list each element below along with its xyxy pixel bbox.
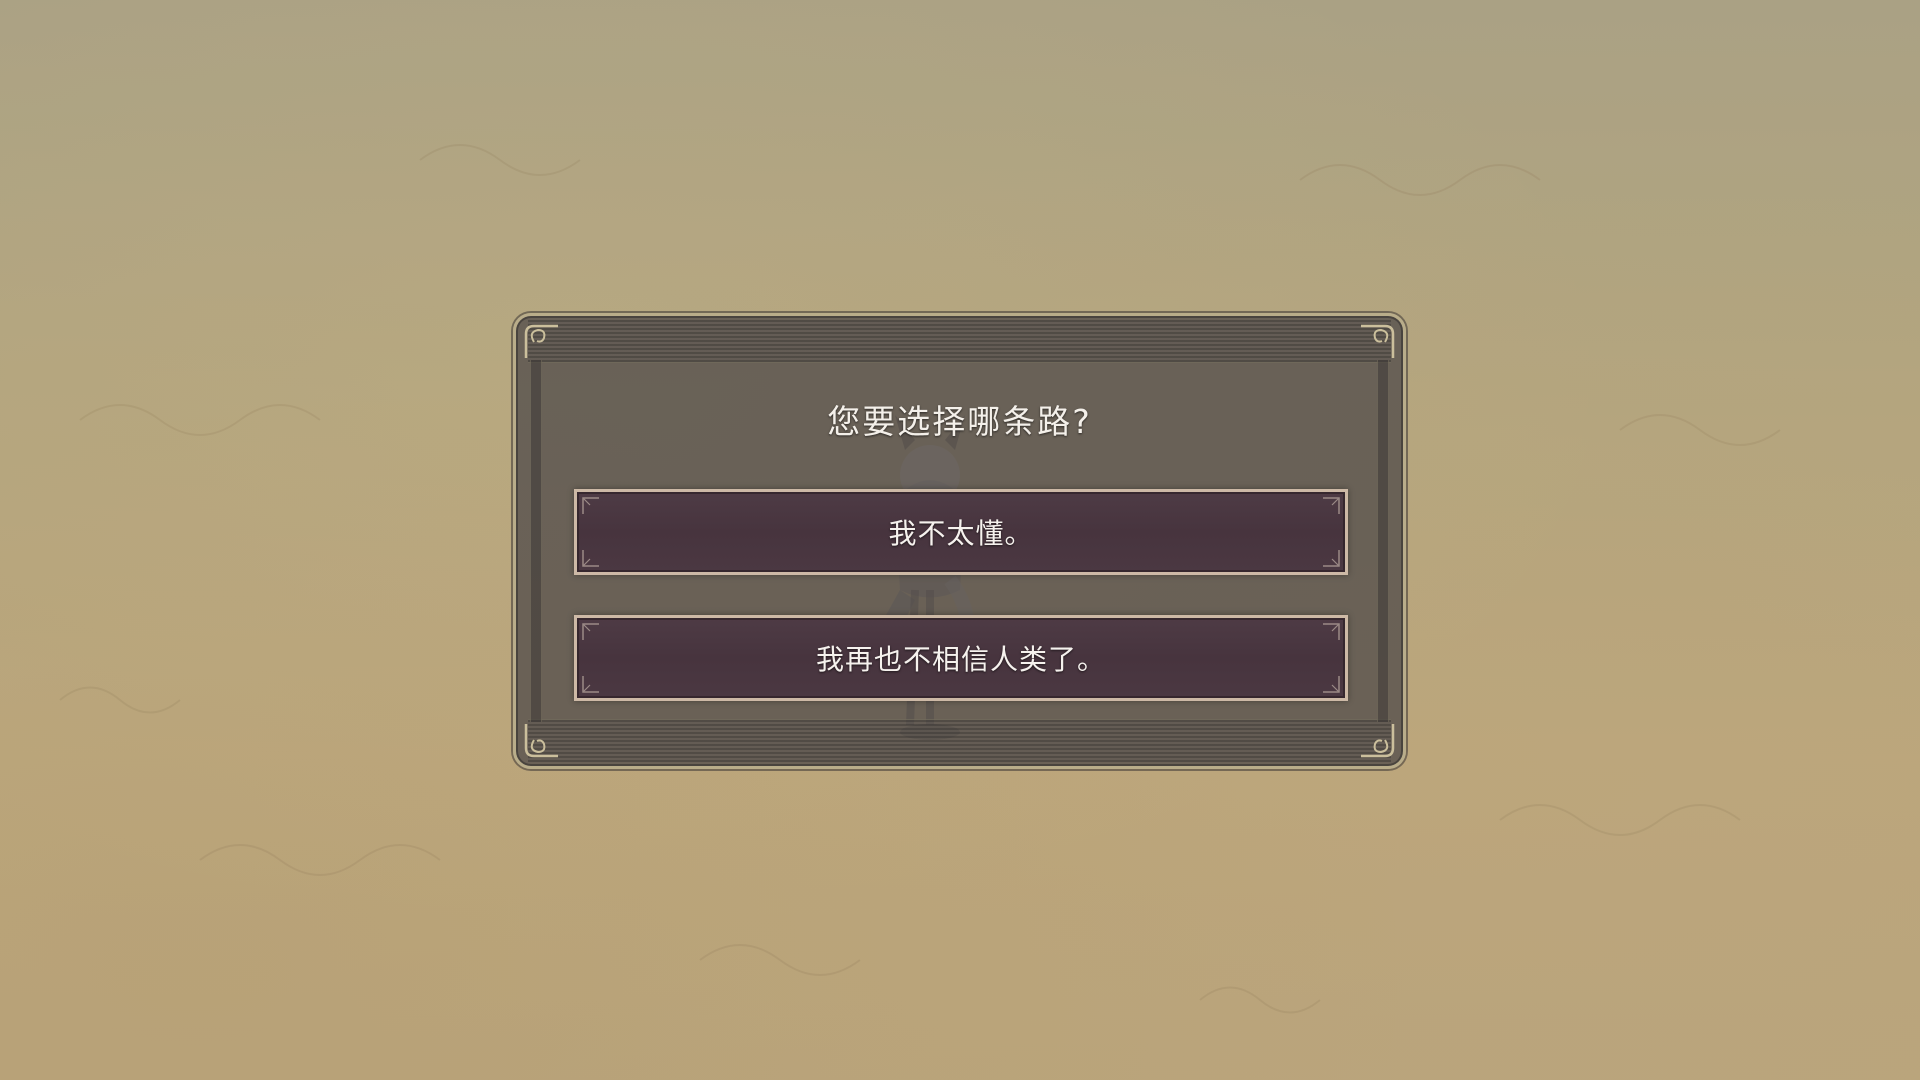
scroll-ornament-icon (1361, 324, 1395, 358)
dialog-title: 您要选择哪条路? (827, 402, 1092, 441)
choice-button-2[interactable]: 我再也不相信人类了。 (574, 615, 1348, 701)
choice-label: 我再也不相信人类了。 (815, 643, 1106, 676)
choice-dialog: 您要选择哪条路? 我不太懂。 我再也不相信人类了。 (513, 313, 1406, 769)
choice-label: 我不太懂。 (888, 517, 1034, 550)
dialog-top-band (528, 320, 1391, 363)
scroll-ornament-icon (524, 724, 558, 758)
scroll-ornament-icon (1361, 724, 1395, 758)
scroll-ornament-icon (524, 324, 558, 358)
choice-button-1[interactable]: 我不太懂。 (574, 489, 1348, 575)
dialog-bottom-band (528, 719, 1391, 762)
